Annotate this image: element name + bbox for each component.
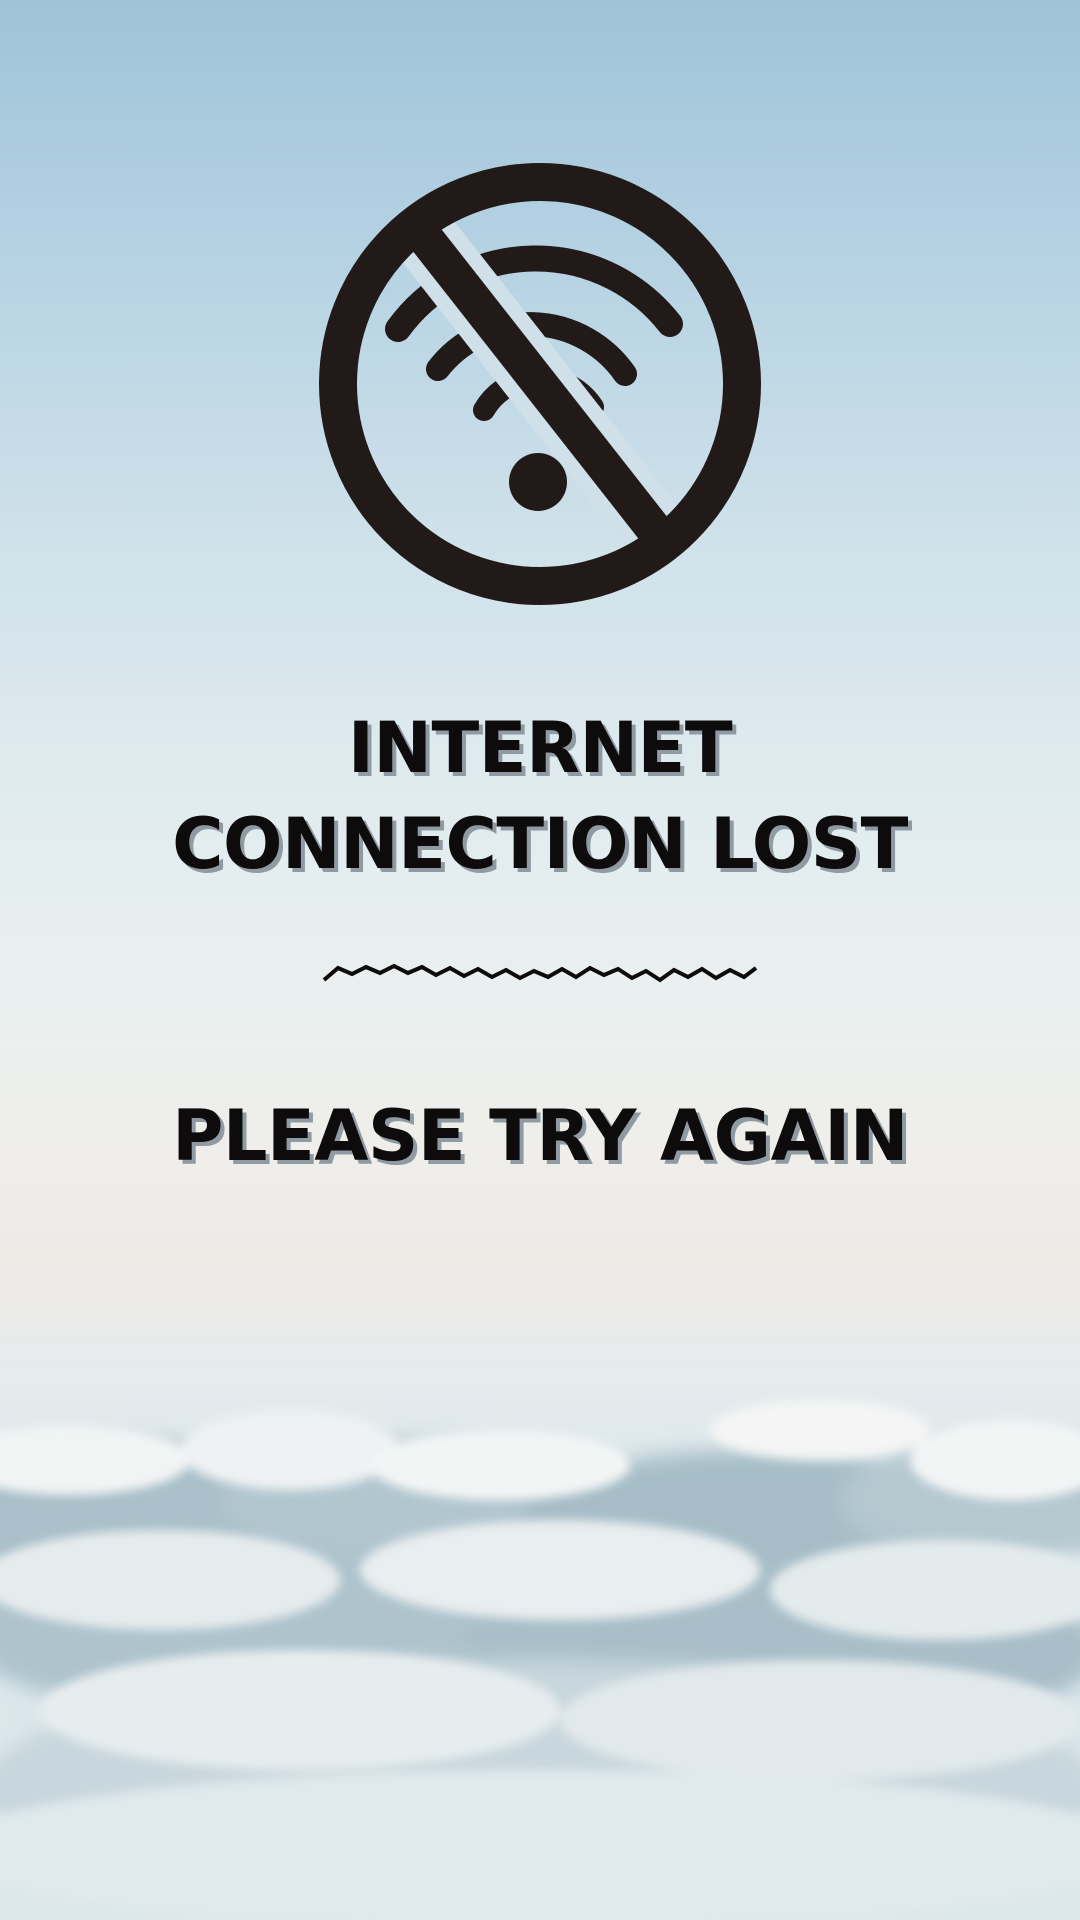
cloud-layer bbox=[0, 1400, 1080, 1920]
retry-message: PLEASE TRY AGAIN bbox=[172, 1095, 908, 1177]
no-wifi-icon bbox=[319, 163, 761, 605]
zigzag-divider bbox=[322, 963, 758, 983]
title-line-2: CONNECTION LOST bbox=[172, 803, 908, 885]
title-line-1: INTERNET bbox=[347, 707, 733, 789]
page-title: INTERNET CONNECTION LOST bbox=[0, 700, 1080, 892]
